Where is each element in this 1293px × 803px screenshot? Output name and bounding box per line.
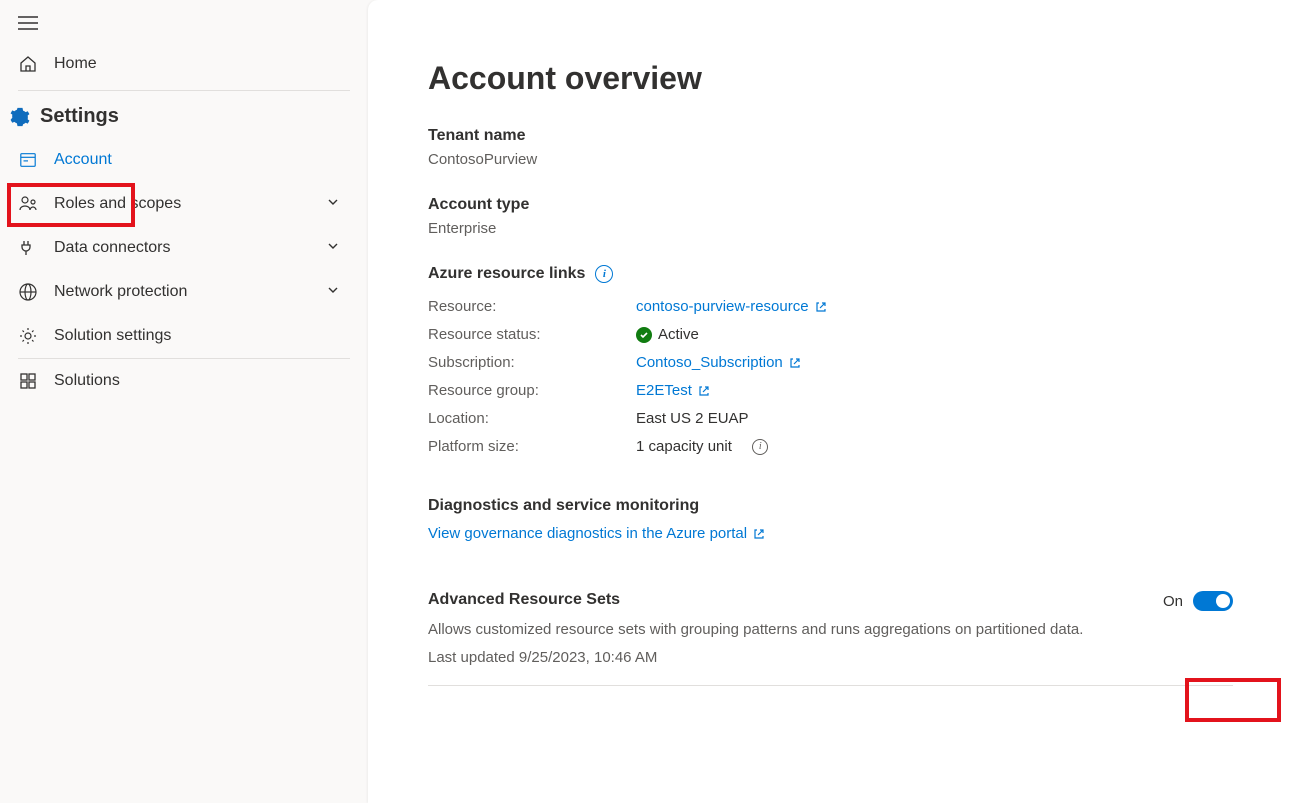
sidebar-item-roles[interactable]: Roles and scopes <box>0 182 368 226</box>
diagnostics-link[interactable]: View governance diagnostics in the Azure… <box>428 525 765 542</box>
advanced-updated: Last updated 9/25/2023, 10:46 AM <box>428 647 1123 669</box>
solutions-icon <box>18 371 38 391</box>
sidebar-item-home[interactable]: Home <box>0 40 368 90</box>
page-title: Account overview <box>428 60 1233 97</box>
sidebar-item-solutions[interactable]: Solutions <box>0 359 368 403</box>
sidebar-item-network[interactable]: Network protection <box>0 270 368 314</box>
advanced-heading: Advanced Resource Sets <box>428 591 1123 609</box>
location-value: East US 2 EUAP <box>636 405 749 433</box>
sidebar-item-label: Account <box>54 151 112 169</box>
resource-status-row: Resource status: Active <box>428 321 1233 349</box>
resource-group-link[interactable]: E2ETest <box>636 377 710 405</box>
platform-size-row: Platform size: 1 capacity unit i <box>428 433 1233 461</box>
hamburger-menu[interactable] <box>0 12 368 40</box>
resource-key: Resource: <box>428 293 636 321</box>
hamburger-icon <box>18 16 38 30</box>
chevron-down-icon <box>326 195 340 214</box>
diagnostics-heading: Diagnostics and service monitoring <box>428 497 1233 515</box>
sidebar-item-label: Roles and scopes <box>54 195 181 213</box>
account-type-section: Account type Enterprise <box>428 196 1233 237</box>
resource-row: Resource: contoso-purview-resource <box>428 293 1233 321</box>
platform-size-key: Platform size: <box>428 433 636 461</box>
toggle-label: On <box>1163 593 1183 610</box>
roles-icon <box>18 194 38 214</box>
sidebar-item-label: Data connectors <box>54 239 171 257</box>
resource-group-key: Resource group: <box>428 377 636 405</box>
sidebar-item-label: Home <box>54 55 97 73</box>
subscription-link[interactable]: Contoso_Subscription <box>636 349 801 377</box>
status-success-icon <box>636 327 652 343</box>
resource-status-key: Resource status: <box>428 321 636 349</box>
home-icon <box>18 54 38 74</box>
advanced-toggle[interactable] <box>1193 591 1233 611</box>
platform-size-value: 1 capacity unit <box>636 433 732 461</box>
settings-heading: Settings <box>0 91 368 138</box>
sidebar: Home Settings Account Roles and scopes <box>0 0 368 803</box>
resource-status-value: Active <box>658 321 699 349</box>
subscription-row: Subscription: Contoso_Subscription <box>428 349 1233 377</box>
advanced-resource-sets-section: Advanced Resource Sets Allows customized… <box>428 591 1233 686</box>
location-row: Location: East US 2 EUAP <box>428 405 1233 433</box>
account-icon <box>18 150 38 170</box>
sidebar-item-label: Network protection <box>54 283 187 301</box>
connectors-icon <box>18 238 38 258</box>
settings-heading-label: Settings <box>40 105 119 128</box>
sidebar-item-label: Solutions <box>54 372 120 390</box>
tenant-name-label: Tenant name <box>428 127 1233 145</box>
chevron-down-icon <box>326 239 340 258</box>
account-type-value: Enterprise <box>428 220 1233 237</box>
external-link-icon <box>815 301 827 313</box>
chevron-down-icon <box>326 283 340 302</box>
tenant-name-value: ContosoPurview <box>428 151 1233 168</box>
gear-icon <box>10 107 30 127</box>
sidebar-item-connectors[interactable]: Data connectors <box>0 226 368 270</box>
tenant-section: Tenant name ContosoPurview <box>428 127 1233 168</box>
info-icon[interactable]: i <box>595 265 613 283</box>
azure-links-heading: Azure resource links i <box>428 265 1233 283</box>
info-icon[interactable]: i <box>752 439 768 455</box>
main-content: Account overview Tenant name ContosoPurv… <box>368 0 1293 803</box>
external-link-icon <box>698 385 710 397</box>
diagnostics-section: Diagnostics and service monitoring View … <box>428 497 1233 543</box>
external-link-icon <box>789 357 801 369</box>
location-key: Location: <box>428 405 636 433</box>
advanced-description: Allows customized resource sets with gro… <box>428 619 1123 641</box>
network-icon <box>18 282 38 302</box>
subscription-key: Subscription: <box>428 349 636 377</box>
resource-link[interactable]: contoso-purview-resource <box>636 293 827 321</box>
solution-settings-icon <box>18 326 38 346</box>
sidebar-item-account[interactable]: Account <box>0 138 368 182</box>
account-type-label: Account type <box>428 196 1233 214</box>
sidebar-item-label: Solution settings <box>54 327 171 345</box>
advanced-toggle-group: On <box>1163 591 1233 611</box>
resource-group-row: Resource group: E2ETest <box>428 377 1233 405</box>
external-link-icon <box>753 528 765 540</box>
sidebar-item-solution-settings[interactable]: Solution settings <box>0 314 368 358</box>
